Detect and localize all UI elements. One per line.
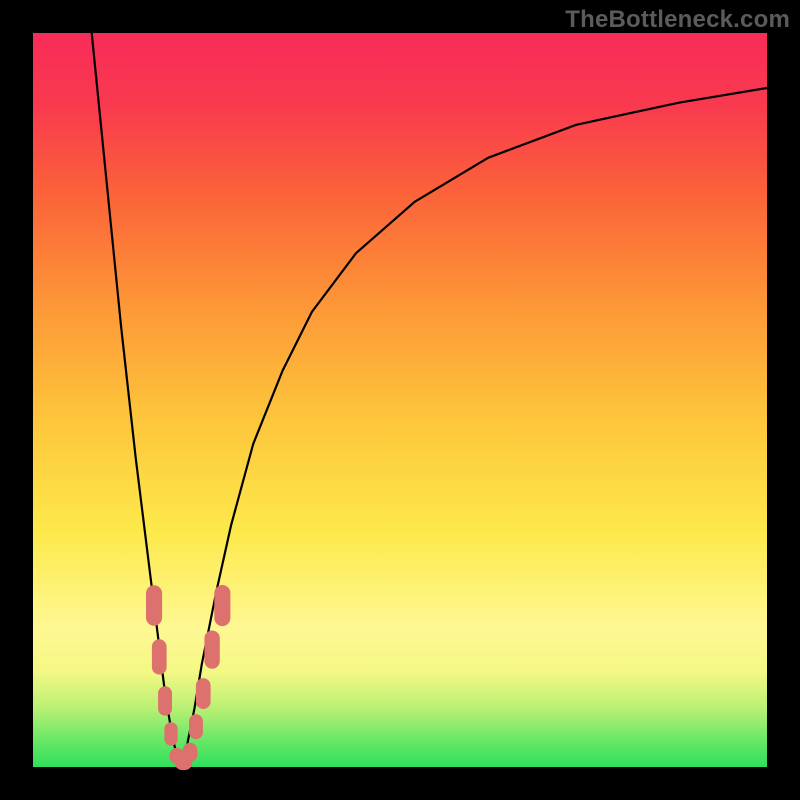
watermark-text: TheBottleneck.com (565, 6, 790, 34)
plot-area (33, 33, 767, 767)
bottleneck-curve (92, 33, 767, 767)
chart-svg (33, 33, 767, 767)
curve-marker (152, 639, 167, 674)
curve-marker (196, 678, 211, 709)
curve-marker (189, 714, 203, 739)
curve-marker (146, 585, 162, 625)
curve-marker (183, 743, 198, 762)
curve-marker (158, 686, 172, 715)
curve-marker (214, 585, 230, 626)
chart-frame: TheBottleneck.com (0, 0, 800, 800)
curve-marker (164, 722, 177, 746)
curve-marker (204, 631, 219, 669)
